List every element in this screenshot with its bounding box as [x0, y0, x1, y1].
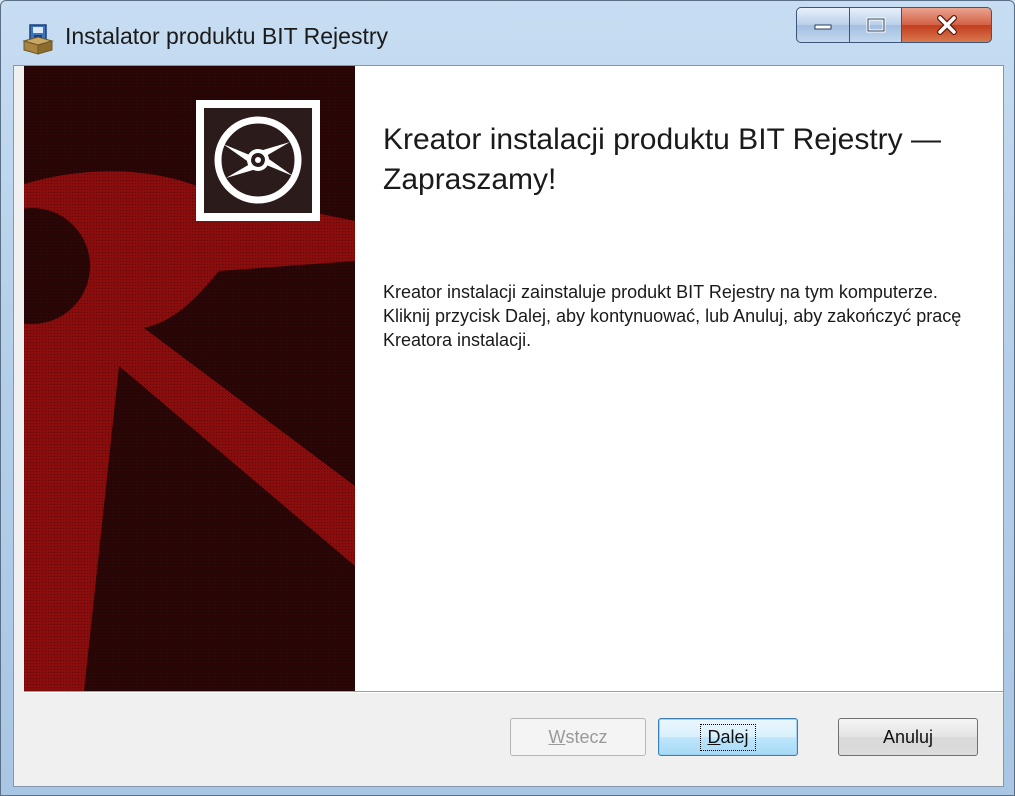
minimize-button[interactable] [796, 7, 850, 43]
next-button-label: Dalej [700, 723, 756, 751]
window-controls [796, 7, 992, 43]
wizard-page: Kreator instalacji produktu BIT Rejestry… [13, 65, 1004, 787]
page-title: Kreator instalacji produktu BIT Rejestry… [383, 123, 942, 196]
button-bar-separator [24, 691, 1003, 693]
minimize-icon [814, 24, 832, 30]
close-button[interactable] [902, 7, 992, 43]
maximize-button[interactable] [850, 7, 902, 43]
cd-disc-icon [196, 100, 320, 221]
welcome-panel: Kreator instalacji produktu BIT Rejestry… [355, 66, 1003, 691]
next-button[interactable]: Dalej [658, 718, 798, 756]
back-button[interactable]: Wstecz [510, 718, 646, 756]
cancel-button[interactable]: Anuluj [838, 718, 978, 756]
cancel-button-label: Anuluj [882, 726, 934, 747]
close-icon [936, 15, 957, 35]
welcome-description: Kreator instalacji zainstaluje produkt B… [383, 282, 962, 350]
installer-window: Instalator produktu BIT Rejestry Kreator… [0, 0, 1015, 796]
maximize-icon [866, 17, 885, 33]
window-title: Instalator produktu BIT Rejestry [65, 23, 388, 49]
back-button-label: Wstecz [548, 726, 608, 747]
banner-image [24, 66, 355, 691]
installer-icon [22, 24, 54, 55]
title-bar[interactable]: Instalator produktu BIT Rejestry [1, 1, 1014, 65]
